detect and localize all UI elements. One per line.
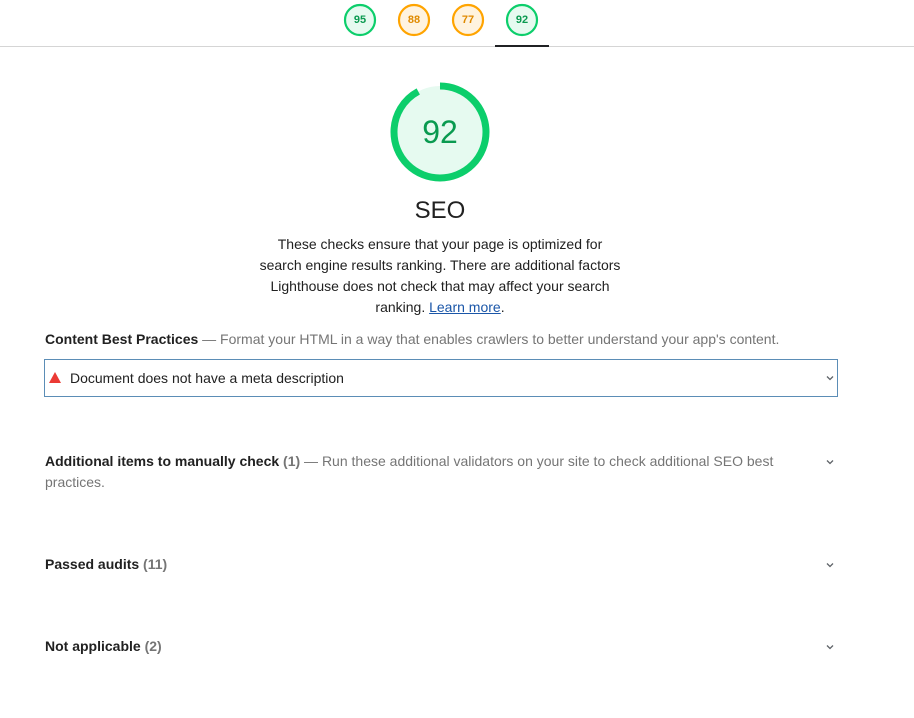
chevron-down-icon	[825, 373, 835, 383]
score-tab-seo[interactable]: 92	[495, 3, 549, 47]
group-description: — Format your HTML in a way that enables…	[198, 331, 780, 347]
group-not-applicable[interactable]: Not applicable (2)	[45, 636, 815, 657]
description-period: .	[500, 299, 505, 315]
category-description: These checks ensure that your page is op…	[255, 234, 625, 318]
group-count: (2)	[140, 638, 162, 654]
score-tab-value: 95	[353, 14, 367, 26]
group-content-best-practices: Content Best Practices — Format your HTM…	[45, 329, 845, 350]
group-count: (11)	[139, 556, 168, 572]
score-tab-bar: 95 88 77 92	[0, 0, 914, 47]
chevron-down-icon[interactable]	[825, 560, 835, 570]
group-count: (1)	[279, 453, 301, 469]
group-passed-audits[interactable]: Passed audits (11)	[45, 554, 815, 575]
chevron-down-icon[interactable]	[825, 642, 835, 652]
group-title: Passed audits	[45, 556, 140, 572]
score-tab-accessibility[interactable]: 88	[397, 3, 431, 37]
group-manual-checks[interactable]: Additional items to manually check (1) —…	[45, 451, 815, 493]
score-tab-value: 77	[461, 14, 475, 26]
group-title: Content Best Practices	[45, 331, 199, 347]
score-tab-performance[interactable]: 95	[343, 3, 377, 37]
audit-title: Document does not have a meta descriptio…	[70, 370, 344, 386]
chevron-down-icon[interactable]	[825, 457, 835, 467]
score-tab-value: 88	[407, 14, 421, 26]
score-tab-best-practices[interactable]: 77	[451, 3, 485, 37]
category-score-gauge: 92	[388, 80, 492, 184]
category-title: SEO	[414, 197, 466, 224]
group-title: Not applicable	[45, 638, 141, 654]
category-score-value: 92	[422, 114, 458, 150]
score-tab-value: 92	[515, 14, 529, 26]
group-title: Additional items to manually check	[45, 453, 280, 469]
fail-triangle-icon	[49, 372, 61, 383]
audit-meta-description[interactable]: Document does not have a meta descriptio…	[44, 359, 838, 397]
learn-more-link[interactable]: Learn more	[429, 299, 501, 315]
